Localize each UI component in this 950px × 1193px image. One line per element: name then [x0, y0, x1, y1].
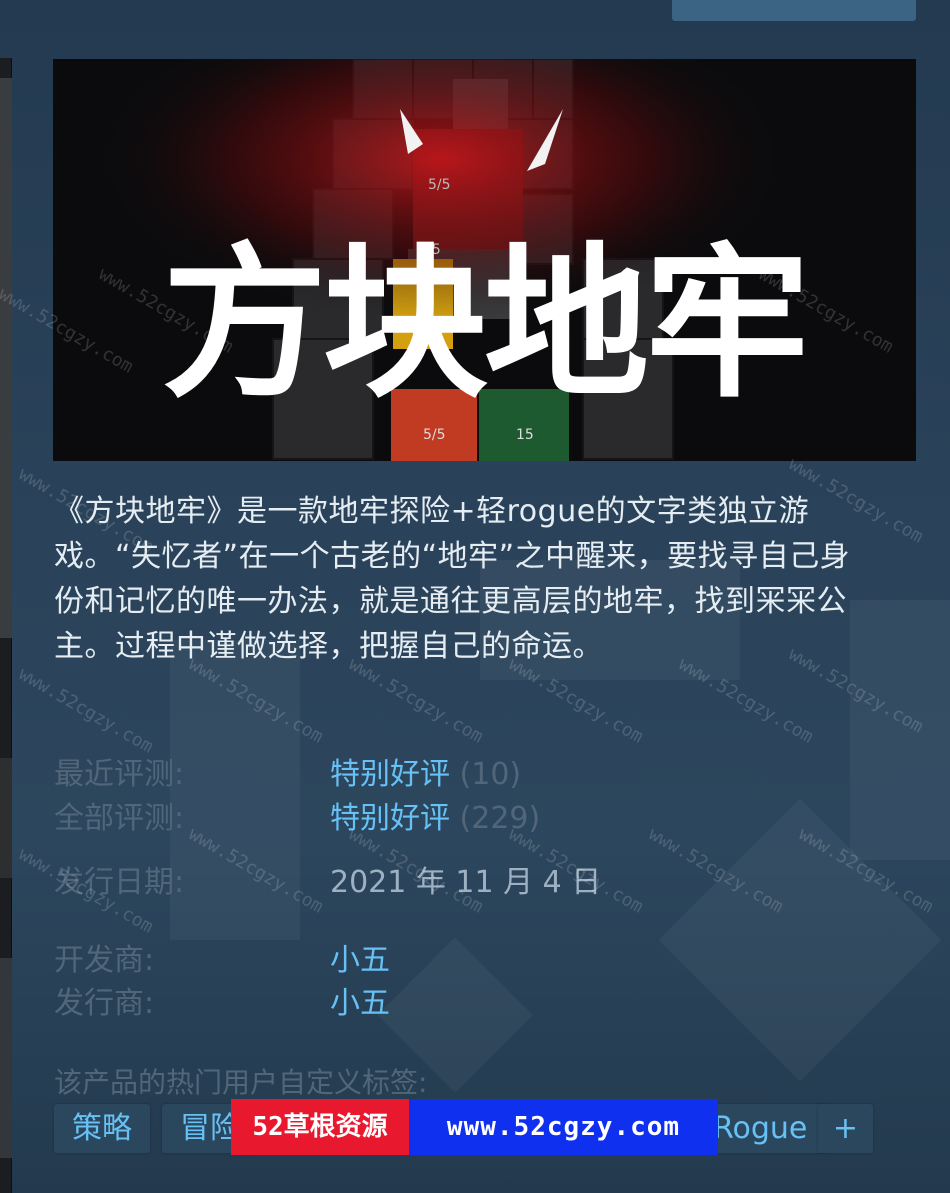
screenshot-thumb[interactable] [0, 958, 12, 1158]
publisher-link[interactable]: 小五 [330, 986, 390, 1021]
release-date-value: 2021 年 11 月 4 日 [330, 865, 602, 900]
publisher-row: 发行商: 小五 [54, 986, 390, 1022]
developer-row: 开发商: 小五 [54, 943, 390, 979]
developer-link[interactable]: 小五 [330, 943, 390, 978]
add-tag-button[interactable]: + [818, 1104, 873, 1153]
all-reviews-label: 全部评测: [54, 801, 185, 836]
developer-label: 开发商: [54, 943, 155, 978]
release-date-row: 发行日期: 2021 年 11 月 4 日 [54, 865, 601, 901]
watermark-url: www.52cgzy.com [409, 1099, 718, 1155]
card-label: 15 [516, 427, 534, 443]
screenshot-thumb[interactable] [0, 758, 12, 878]
card-label: 5/5 [428, 177, 451, 193]
card-label: 5/5 [423, 427, 446, 443]
header-art: 5/5 15 5/5 15 方块地牢 [53, 59, 916, 461]
screenshot-strip[interactable] [0, 58, 12, 1193]
recent-reviews-summary[interactable]: 特别好评 [330, 757, 450, 792]
screenshot-thumb[interactable] [0, 78, 12, 638]
all-reviews-summary[interactable]: 特别好评 [330, 801, 450, 836]
game-description: 《方块地牢》是一款地牢探险+轻rogue的文字类独立游戏。“失忆者”在一个古老的… [54, 494, 851, 664]
all-reviews-row: 全部评测: 特别好评 (229) [54, 801, 540, 837]
publisher-label: 发行商: [54, 986, 155, 1021]
game-logo-title: 方块地牢 [162, 228, 806, 420]
recent-reviews-row: 最近评测: 特别好评 (10) [54, 757, 521, 793]
tag-strategy[interactable]: 策略 [54, 1104, 150, 1153]
release-date-label: 发行日期: [54, 865, 185, 900]
all-reviews-count: (229) [459, 801, 541, 836]
tags-title: 该产品的热门用户自定义标签: [54, 1066, 428, 1099]
watermark-site-name: 52草根资源 [231, 1099, 409, 1155]
tag-rogue[interactable]: Rogue [709, 1104, 826, 1153]
game-header-image: 5/5 15 5/5 15 方块地牢 [53, 59, 916, 461]
top-action-button[interactable] [672, 0, 916, 21]
recent-reviews-label: 最近评测: [54, 757, 185, 792]
recent-reviews-count: (10) [459, 757, 522, 792]
